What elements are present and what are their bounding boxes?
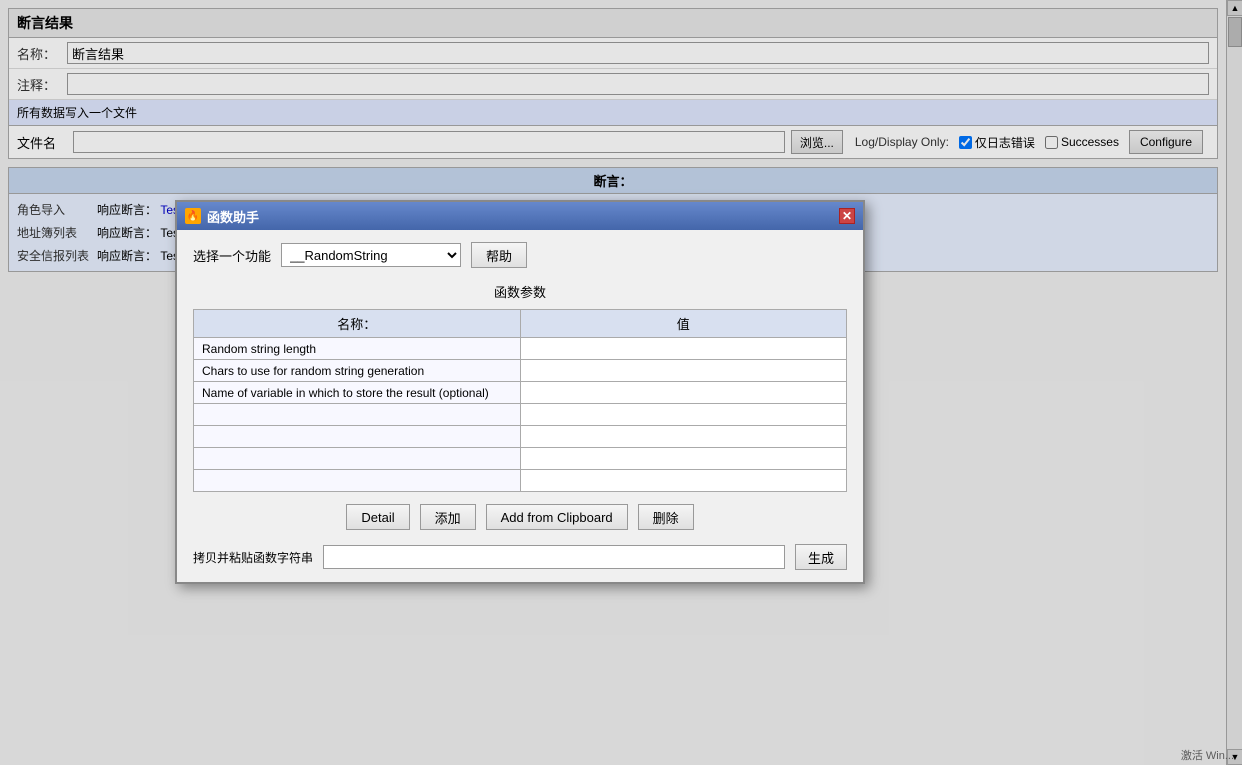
- param-value-input-2[interactable]: [529, 364, 839, 378]
- generate-row: 拷贝并粘贴函数字符串 生成: [193, 544, 847, 570]
- value-column-header: 值: [520, 310, 847, 338]
- param-value-input-3[interactable]: [529, 386, 839, 400]
- add-button[interactable]: 添加: [420, 504, 476, 530]
- dialog-buttons-row: Detail 添加 Add from Clipboard 删除: [193, 504, 847, 530]
- empty-name-cell: [194, 404, 521, 426]
- params-section-title: 函数参数: [193, 282, 847, 301]
- generate-input[interactable]: [323, 545, 785, 569]
- empty-value-cell: [520, 426, 847, 448]
- dialog-title-text: 函数助手: [207, 207, 259, 226]
- dialog-title-content: 🔥 函数助手: [185, 207, 259, 226]
- function-selection-row: 选择一个功能 __RandomString 帮助: [193, 242, 847, 268]
- empty-name-cell: [194, 448, 521, 470]
- param-value-2[interactable]: [520, 360, 847, 382]
- detail-button[interactable]: Detail: [346, 504, 409, 530]
- table-row-empty: [194, 470, 847, 492]
- add-from-clipboard-button[interactable]: Add from Clipboard: [486, 504, 628, 530]
- empty-name-cell: [194, 426, 521, 448]
- params-table: 名称： 值 Random string length Chars to use …: [193, 309, 847, 492]
- dialog-icon: 🔥: [185, 208, 201, 224]
- table-row-empty: [194, 426, 847, 448]
- param-value-3[interactable]: [520, 382, 847, 404]
- dialog-close-button[interactable]: ✕: [839, 208, 855, 224]
- table-row-empty: [194, 448, 847, 470]
- function-select[interactable]: __RandomString: [281, 243, 461, 267]
- table-row-empty: [194, 404, 847, 426]
- param-name-1: Random string length: [194, 338, 521, 360]
- help-button[interactable]: 帮助: [471, 242, 527, 268]
- dialog-title-bar: 🔥 函数助手 ✕: [177, 202, 863, 230]
- table-row: Name of variable in which to store the r…: [194, 382, 847, 404]
- empty-value-cell: [520, 448, 847, 470]
- name-column-header: 名称：: [194, 310, 521, 338]
- table-row: Random string length: [194, 338, 847, 360]
- empty-value-cell: [520, 470, 847, 492]
- main-container: 断言结果 名称： 注释： 所有数据写入一个文件 文件名 浏览... Log/Di…: [0, 0, 1242, 765]
- delete-button[interactable]: 删除: [638, 504, 694, 530]
- generate-button[interactable]: 生成: [795, 544, 847, 570]
- param-name-3: Name of variable in which to store the r…: [194, 382, 521, 404]
- function-select-wrapper: __RandomString: [281, 243, 461, 267]
- param-value-1[interactable]: [520, 338, 847, 360]
- table-row: Chars to use for random string generatio…: [194, 360, 847, 382]
- function-helper-dialog: 🔥 函数助手 ✕ 选择一个功能 __RandomString 帮助 函数参数: [175, 200, 865, 584]
- select-function-label: 选择一个功能: [193, 246, 271, 265]
- empty-name-cell: [194, 470, 521, 492]
- empty-value-cell: [520, 404, 847, 426]
- param-name-2: Chars to use for random string generatio…: [194, 360, 521, 382]
- param-value-input-1[interactable]: [529, 342, 839, 356]
- generate-label: 拷贝并粘贴函数字符串: [193, 549, 313, 566]
- dialog-body: 选择一个功能 __RandomString 帮助 函数参数 名称： 值: [177, 230, 863, 582]
